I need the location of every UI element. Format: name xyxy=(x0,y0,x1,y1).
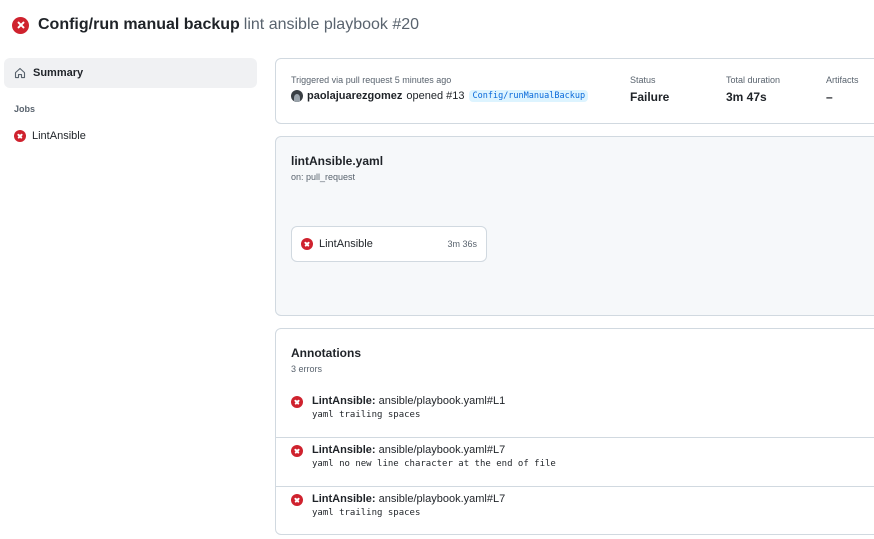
trigger-text: Triggered via pull request 5 minutes ago xyxy=(291,75,452,85)
failure-icon xyxy=(301,238,313,250)
error-icon xyxy=(291,445,303,457)
run-name: lint ansible playbook #20 xyxy=(243,16,420,33)
error-icon xyxy=(291,494,303,506)
job-node-duration: 3m 36s xyxy=(447,239,477,249)
sidebar-item-label: Summary xyxy=(33,67,84,79)
annotation-location-link[interactable]: ansible/playbook.yaml#L1 xyxy=(379,395,506,407)
artifacts-value: – xyxy=(826,90,833,104)
annotations-list: LintAnsible: ansible/playbook.yaml#L1 ya… xyxy=(276,389,874,536)
annotation-job: LintAnsible: xyxy=(312,493,376,505)
jobs-heading: Jobs xyxy=(14,104,36,114)
annotation-location-link[interactable]: ansible/playbook.yaml#L7 xyxy=(379,444,506,456)
failure-icon xyxy=(14,130,26,142)
duration-value: 3m 47s xyxy=(726,90,767,104)
annotation-item: LintAnsible: ansible/playbook.yaml#L7 ya… xyxy=(276,438,874,487)
workflow-run-page: Config/run manual backup lint ansible pla… xyxy=(0,0,874,539)
annotation-message: yaml trailing spaces xyxy=(312,508,421,518)
workflow-name-link[interactable]: Config/run manual backup xyxy=(38,16,240,33)
annotation-location-link[interactable]: ansible/playbook.yaml#L7 xyxy=(379,493,506,505)
run-summary-card: Triggered via pull request 5 minutes ago… xyxy=(275,58,874,124)
annotation-job: LintAnsible: xyxy=(312,395,376,407)
annotation-message: yaml trailing spaces xyxy=(312,410,421,420)
artifacts-info: Artifacts – xyxy=(826,75,859,104)
user-link[interactable]: paolajuarezgomez xyxy=(307,90,402,102)
opened-pr-text[interactable]: opened #13 xyxy=(406,90,464,102)
sidebar: Summary Jobs LintAnsible xyxy=(4,58,257,143)
branch-badge[interactable]: Config/runManualBackup xyxy=(469,90,589,102)
status-info: Status Failure xyxy=(630,75,669,104)
home-icon xyxy=(14,67,26,79)
annotation-item: LintAnsible: ansible/playbook.yaml#L7 ya… xyxy=(276,487,874,536)
annotation-job: LintAnsible: xyxy=(312,444,376,456)
job-node-lintansible[interactable]: LintAnsible 3m 36s xyxy=(291,226,487,262)
annotations-card: Annotations 3 errors LintAnsible: ansibl… xyxy=(275,328,874,535)
job-node-name: LintAnsible xyxy=(319,238,373,250)
workflow-trigger: on: pull_request xyxy=(291,172,356,182)
error-icon xyxy=(291,396,303,408)
trigger-info: Triggered via pull request 5 minutes ago… xyxy=(291,75,589,102)
annotation-item: LintAnsible: ansible/playbook.yaml#L1 ya… xyxy=(276,389,874,438)
workflow-graph-card: lintAnsible.yaml on: pull_request LintAn… xyxy=(275,136,874,316)
workflow-file-name: lintAnsible.yaml xyxy=(291,154,384,168)
sidebar-item-summary[interactable]: Summary xyxy=(4,58,257,88)
page-header: Config/run manual backup lint ansible pla… xyxy=(12,14,419,36)
duration-label: Total duration xyxy=(726,75,781,85)
avatar[interactable] xyxy=(291,90,303,102)
failure-status-icon xyxy=(12,16,29,34)
annotation-message: yaml no new line character at the end of… xyxy=(312,459,556,469)
sidebar-item-job[interactable]: LintAnsible xyxy=(4,129,257,143)
annotations-title: Annotations xyxy=(291,346,361,360)
status-value: Failure xyxy=(630,90,670,104)
duration-info: Total duration 3m 47s xyxy=(726,75,780,104)
status-label: Status xyxy=(630,75,656,85)
sidebar-job-label: LintAnsible xyxy=(32,130,86,142)
annotations-count: 3 errors xyxy=(291,364,323,374)
artifacts-label: Artifacts xyxy=(826,75,859,85)
page-title: Config/run manual backup lint ansible pla… xyxy=(38,16,419,34)
